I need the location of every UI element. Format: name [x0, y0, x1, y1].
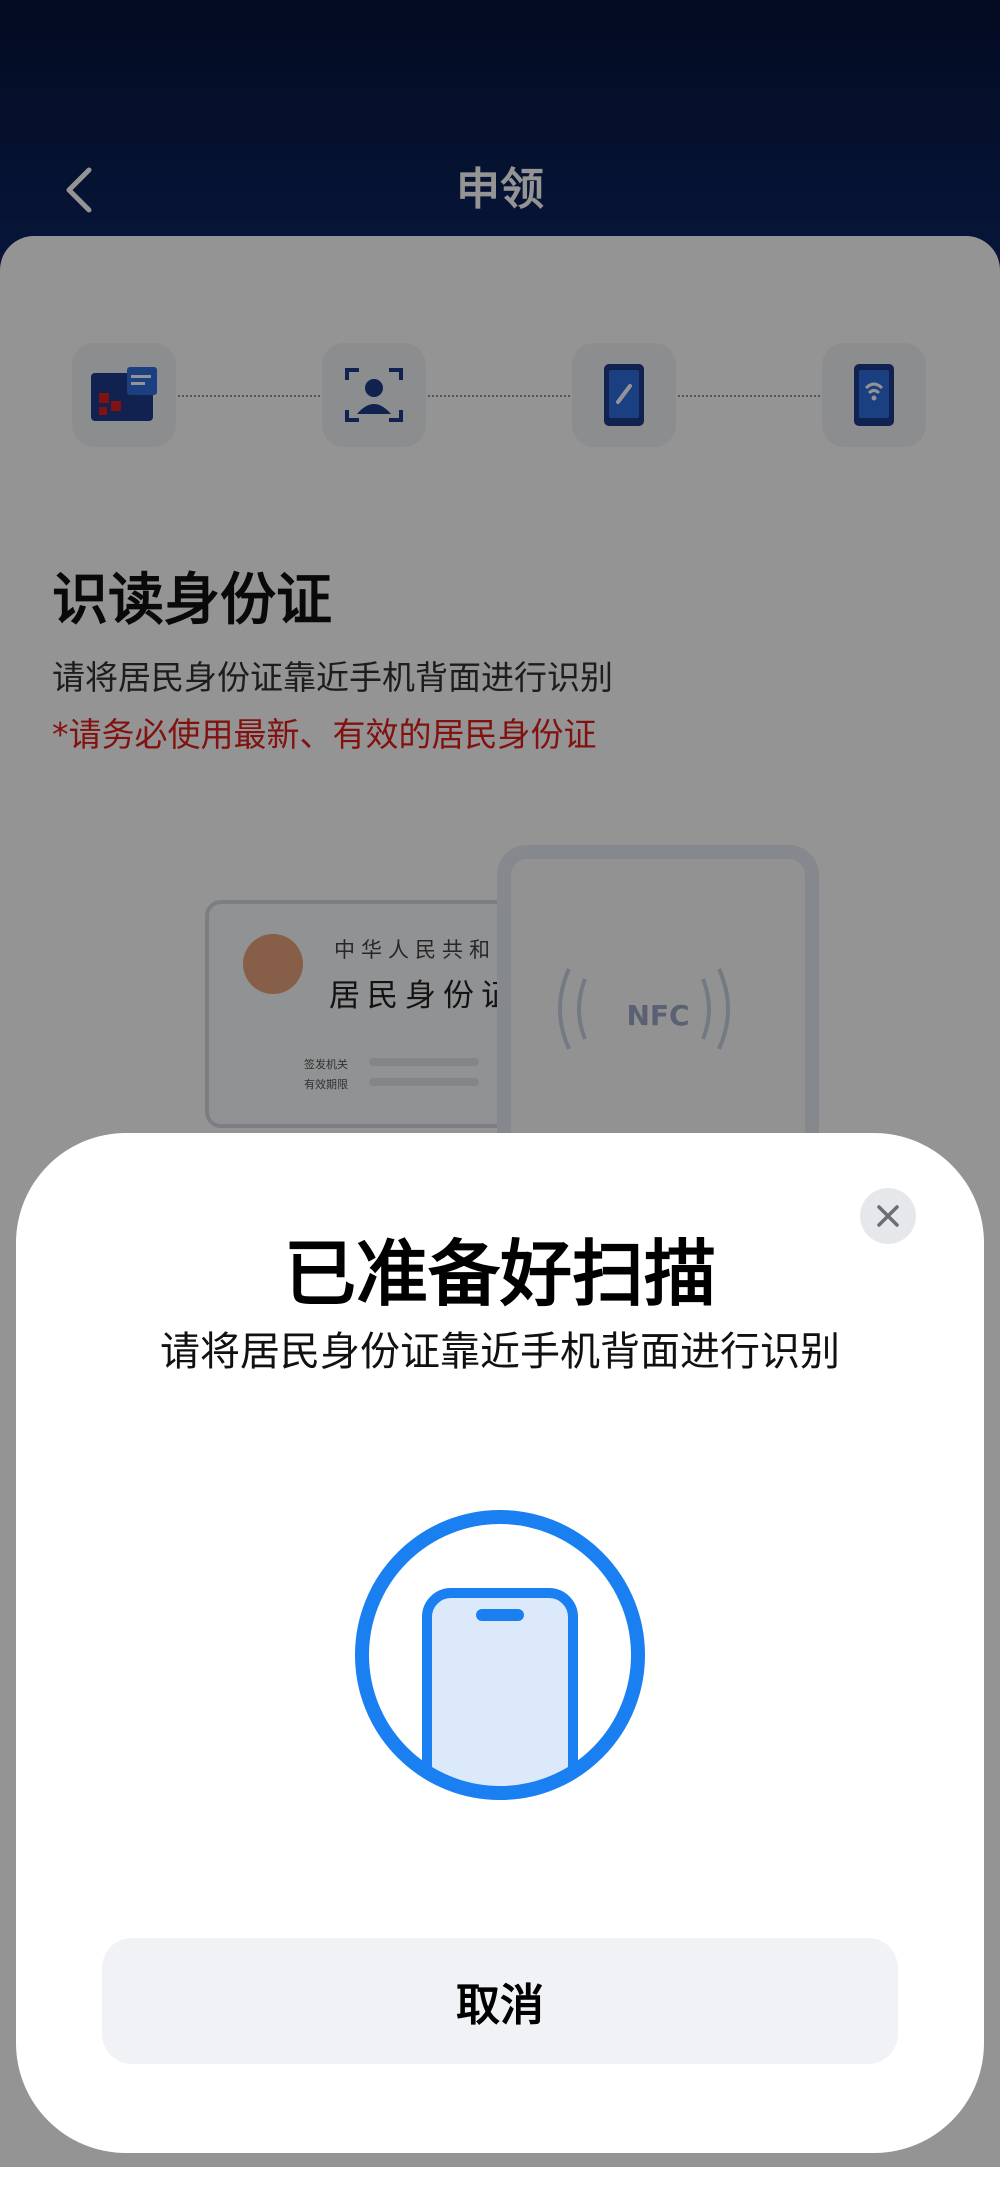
sheet-description: 请将居民身份证靠近手机背面进行识别 [160, 1329, 840, 1375]
phone-scan-icon [355, 1510, 645, 1800]
close-icon [877, 1205, 899, 1227]
cancel-button[interactable]: 取消 [102, 1938, 898, 2064]
sheet-title: 已准备好扫描 [283, 1232, 716, 1316]
